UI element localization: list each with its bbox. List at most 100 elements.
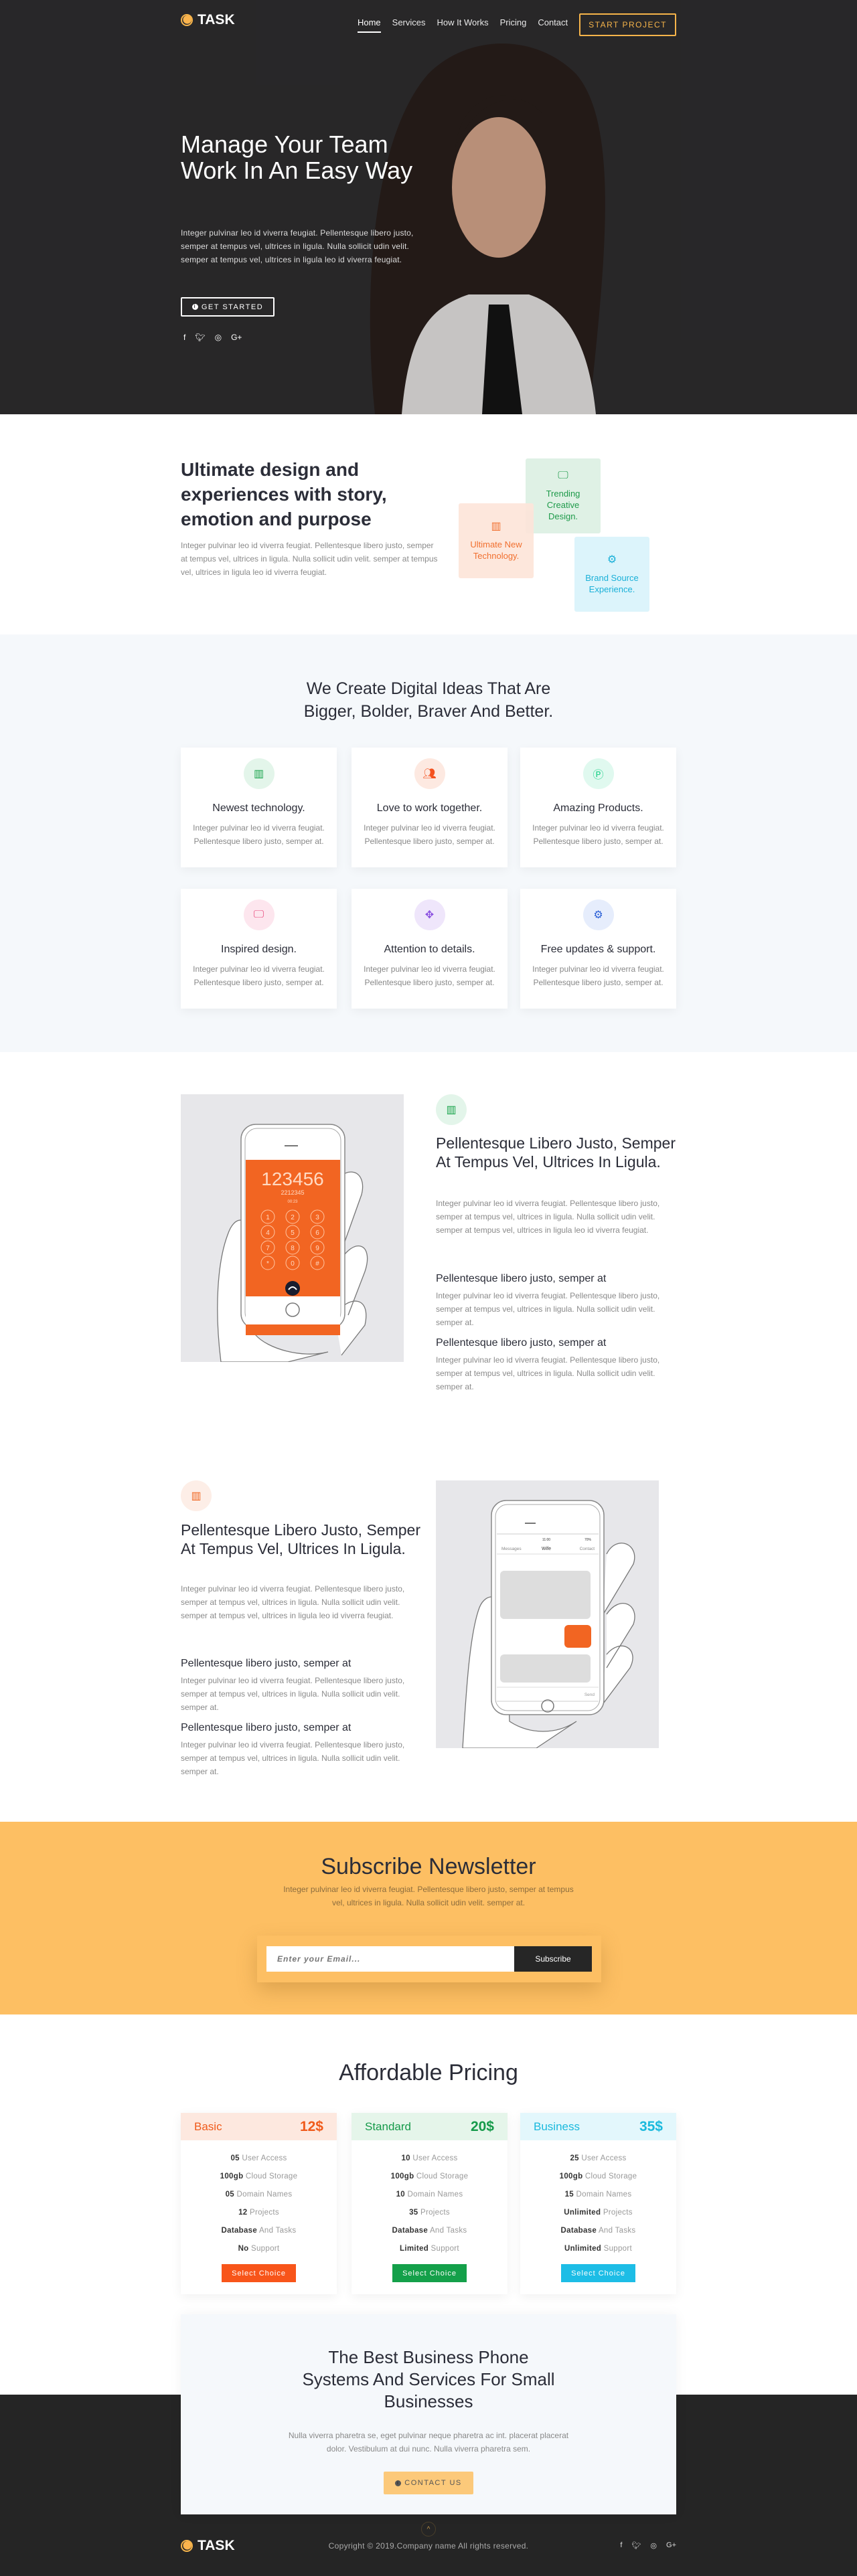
- dialpad-key-label: 7: [266, 1245, 270, 1252]
- contact-us-label: CONTACT US: [404, 2479, 462, 2487]
- feature-title: Love to work together.: [376, 802, 483, 814]
- tile-label: Ultimate New Technology.: [470, 539, 522, 561]
- cta-text: Nulla viverra pharetra se, eget pulvinar…: [288, 2431, 569, 2454]
- feature-card: 🖵 Inspired design. Integer pulvinar leo id…: [181, 889, 337, 1009]
- facebook-icon[interactable]: f: [183, 333, 185, 342]
- plan-feature: 100gb Cloud Storage: [520, 2168, 676, 2186]
- nav-pricing[interactable]: Pricing: [500, 17, 527, 33]
- feature-value: Unlimited: [564, 2209, 601, 2217]
- plan-features: 25 User Access 100gb Cloud Storage 15 Doma…: [520, 2150, 676, 2258]
- pricing-card-business: Business 35$ 25 User Access 100gb Cloud Sto…: [520, 2113, 676, 2294]
- newsletter-text: Integer pulvinar leo id viverra feugiat.…: [283, 1885, 574, 1907]
- feature-value: 35: [409, 2209, 418, 2217]
- tile-label: Brand Source Experience.: [585, 572, 639, 594]
- dribbble-icon[interactable]: ◎: [650, 2541, 657, 2550]
- split2-text: Integer pulvinar leo id viverra feugiat.…: [181, 1584, 405, 1620]
- feature-value: 15: [564, 2191, 574, 2199]
- building-icon: ▥: [491, 520, 501, 532]
- feature-label: Domain Names: [236, 2191, 293, 2199]
- select-choice-button[interactable]: Select Choice: [392, 2264, 467, 2282]
- pricing-card-header: Business 35$: [520, 2113, 676, 2140]
- split2-title: Pellentesque Libero Justo, Semper At Tem…: [181, 1521, 420, 1557]
- feature-card: Ⓟ Amazing Products. Integer pulvinar leo i…: [520, 748, 676, 867]
- newsletter-title: Subscribe Newsletter: [321, 1854, 536, 1879]
- dialpad-key-label: 6: [315, 1229, 319, 1237]
- plan-feature: 25 User Access: [520, 2150, 676, 2168]
- plan-features: 10 User Access 100gb Cloud Storage 10 Doma…: [352, 2150, 508, 2258]
- dialpad-key-label: 4: [266, 1229, 270, 1237]
- dialer-subnumber: 2212345: [281, 1189, 304, 1196]
- select-choice-button[interactable]: Select Choice: [561, 2264, 635, 2282]
- cta-title: The Best Business Phone Systems And Serv…: [302, 2347, 555, 2411]
- start-project-button[interactable]: START PROJECT: [579, 13, 676, 36]
- contact-us-button[interactable]: CONTACT US: [384, 2472, 473, 2494]
- split2-sub1: Pellentesque libero justo, semper at: [181, 1658, 352, 1669]
- plan-feature: 05 User Access: [181, 2150, 337, 2168]
- feature-label: Domain Names: [407, 2191, 463, 2199]
- about-section: Ultimate design and experiences with sto…: [0, 414, 857, 634]
- pricing-card-standard: Standard 20$ 10 User Access 100gb Cloud Sto…: [352, 2113, 508, 2294]
- dialpad-key-label: 8: [291, 1245, 295, 1252]
- feature-card: ✥ Attention to details. Integer pulvinar l…: [352, 889, 508, 1009]
- dialpad-key-label: #: [315, 1260, 319, 1268]
- plan-feature: Database And Tasks: [352, 2222, 508, 2240]
- features-title: We Create Digital Ideas That Are Bigger,…: [0, 677, 857, 723]
- feature-label: Cloud Storage: [585, 2172, 637, 2180]
- feature-value: 05: [225, 2191, 235, 2199]
- split1-sub2-text: Integer pulvinar leo id viverra feugiat.…: [436, 1355, 660, 1391]
- email-input[interactable]: [266, 1946, 514, 1972]
- brand-logo[interactable]: TASK: [181, 12, 235, 28]
- nav-contact[interactable]: Contact: [538, 17, 568, 33]
- contact-link: Contact: [580, 1547, 595, 1551]
- cogs-icon: ⚙: [607, 553, 617, 566]
- feature-card: 👥︎ Love to work together. Integer pulvinar…: [352, 748, 508, 867]
- feature-value: 10: [396, 2191, 406, 2199]
- nav-services[interactable]: Services: [392, 17, 426, 33]
- hero-title: Manage Your Team Work In An Easy Way: [181, 131, 413, 184]
- feature-value: 12: [238, 2209, 248, 2217]
- pricing-card-header: Standard 20$: [352, 2113, 508, 2140]
- status-time: 11:00: [542, 1538, 550, 1542]
- feature-label: Support: [251, 2245, 280, 2253]
- plan-name: Basic: [194, 2120, 222, 2133]
- feature-label: User Access: [581, 2154, 627, 2162]
- dialpad-key-label: 1: [266, 1214, 270, 1221]
- dialer-number: 123456: [261, 1169, 323, 1189]
- nav-home[interactable]: Home: [357, 17, 381, 33]
- twitter-icon[interactable]: 🐦︎: [195, 333, 205, 342]
- split1-title: Pellentesque Libero Justo, Semper At Tem…: [436, 1134, 676, 1171]
- google-plus-icon[interactable]: G+: [231, 333, 242, 342]
- plan-feature: Database And Tasks: [181, 2222, 337, 2240]
- plan-feature: 10 Domain Names: [352, 2186, 508, 2204]
- brand-name: TASK: [198, 12, 235, 27]
- feature-label: Projects: [420, 2209, 450, 2217]
- select-choice-button[interactable]: Select Choice: [222, 2264, 296, 2282]
- plan-feature: Unlimited Projects: [520, 2204, 676, 2222]
- split1-text: Integer pulvinar leo id viverra feugiat.…: [436, 1199, 660, 1235]
- twitter-icon[interactable]: 🐦︎: [631, 2541, 641, 2550]
- split2-sub1-text: Integer pulvinar leo id viverra feugiat.…: [181, 1676, 405, 1712]
- features-title-line2: Bigger, Bolder, Braver And Better.: [303, 702, 554, 721]
- features-title-line1: We Create Digital Ideas That Are: [306, 679, 551, 698]
- plan-feature: Database And Tasks: [520, 2222, 676, 2240]
- dribbble-icon[interactable]: ◎: [215, 333, 222, 342]
- scroll-top-button[interactable]: ^: [421, 2522, 436, 2537]
- split2-sub2-text: Integer pulvinar leo id viverra feugiat.…: [181, 1740, 405, 1776]
- feature-title: Attention to details.: [384, 944, 475, 955]
- facebook-icon[interactable]: f: [620, 2541, 622, 2550]
- feature-value: No: [238, 2245, 249, 2253]
- feature-text: Integer pulvinar leo id viverra feugiat.…: [364, 964, 495, 987]
- get-started-button[interactable]: GET STARTED: [181, 297, 275, 317]
- dialer-timer: 00:23: [287, 1200, 298, 1204]
- subscribe-button[interactable]: Subscribe: [514, 1946, 592, 1972]
- send-label: Send: [585, 1693, 595, 1697]
- plan-feature: 100gb Cloud Storage: [352, 2168, 508, 2186]
- google-plus-icon[interactable]: G+: [666, 2541, 676, 2550]
- feature-value: 10: [401, 2154, 410, 2162]
- plan-feature: 10 User Access: [352, 2150, 508, 2168]
- info-icon: [395, 2480, 402, 2486]
- nav-how-it-works[interactable]: How It Works: [437, 17, 489, 33]
- plan-feature: 100gb Cloud Storage: [181, 2168, 337, 2186]
- get-started-label: GET STARTED: [201, 303, 264, 311]
- details-section: 123456 2212345 00:23 1 2 3 4 5 6 7 8 9 * 0 # ▥ Pell…: [0, 1052, 857, 1822]
